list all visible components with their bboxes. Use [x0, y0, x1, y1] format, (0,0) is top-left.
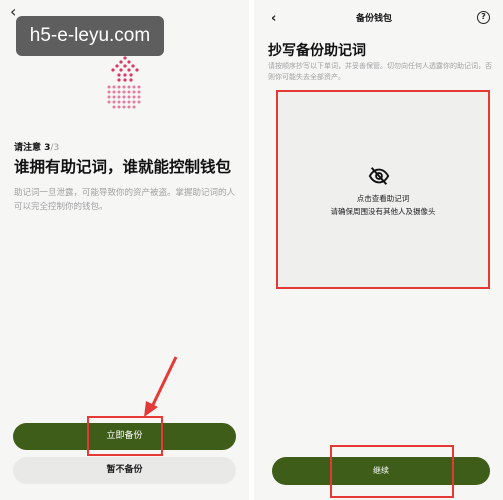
section-subtitle: 请按顺序抄写以下单词，并妥善保管。切勿向任何人透露你的助记词，否则你可能失去全部… [268, 62, 492, 81]
step-indicator-total: /3 [50, 143, 60, 153]
annotation-arrow [144, 356, 178, 417]
warning-description: 助记词一旦泄露，可能导致你的资产被盗。掌握助记词的人可以完全控制你的钱包。 [14, 188, 236, 212]
mnemonic-reveal-area[interactable] [276, 90, 490, 289]
step-indicator: 请注意 3/3 [14, 140, 59, 153]
step-indicator-current: 请注意 3 [14, 143, 51, 153]
page-title: 备份钱包 [356, 14, 393, 24]
eye-slash-icon [368, 167, 390, 185]
warning-headline: 谁拥有助记词，谁就能控制钱包 [14, 158, 232, 176]
skip-backup-button[interactable]: 暂不备份 [13, 457, 236, 484]
back-icon[interactable]: ‹ [271, 11, 276, 26]
annotation-highlight-right [330, 445, 454, 498]
annotation-highlight-left [87, 416, 163, 456]
reveal-hint: 请确保周围没有其他人及摄像头 [330, 207, 436, 216]
screenshot-root: ‹ h5-e-leyu.com 请注意 3/3 谁拥有助记词，谁就能控制钱包 助… [0, 0, 503, 500]
back-icon[interactable]: ‹ [10, 4, 16, 20]
reveal-label: 点击查看助记词 [356, 194, 410, 203]
help-circle-icon[interactable]: ? [477, 11, 490, 24]
watermark: h5-e-leyu.com [16, 16, 164, 56]
section-title: 抄写备份助记词 [268, 43, 366, 59]
shield-dots-icon [107, 56, 141, 109]
